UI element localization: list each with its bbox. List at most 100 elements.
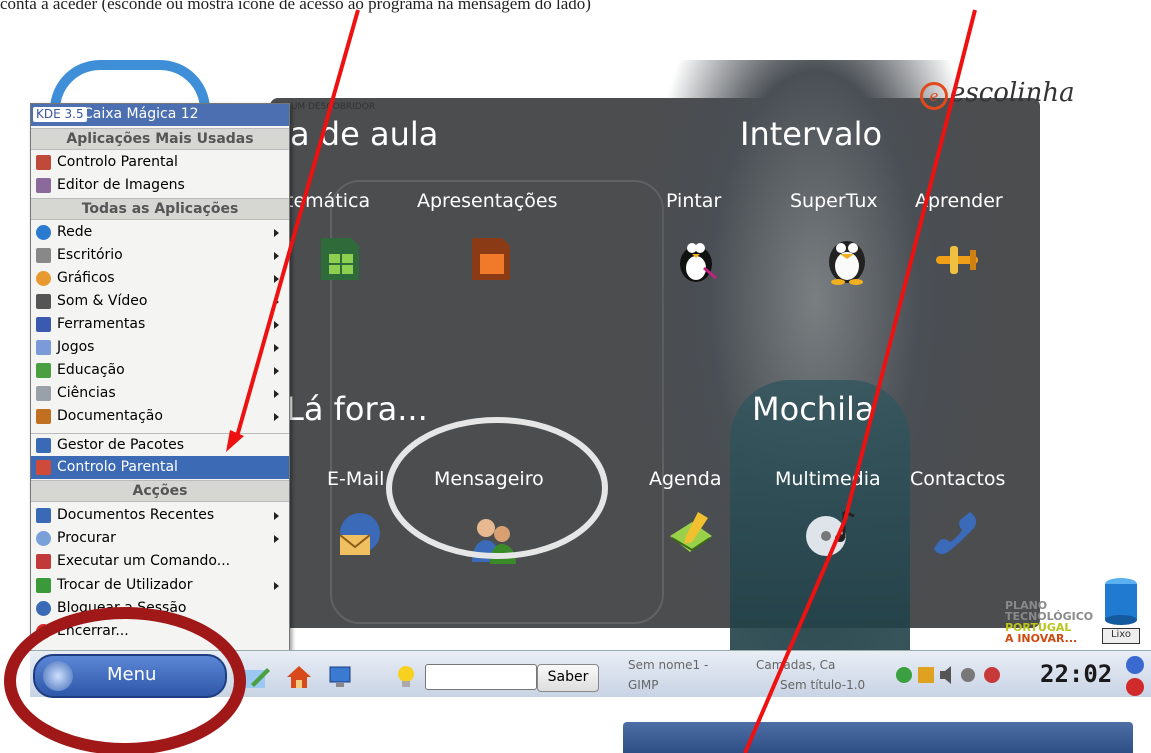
task-sem-titulo[interactable]: Sem título-1.0 [780,678,865,692]
kde-version-badge: KDE 3.5 [33,107,87,122]
thunderbird-icon[interactable] [330,507,384,561]
menu-item-rede[interactable]: Rede [31,221,289,244]
menu-item-label: Editor de Imagens [57,177,185,193]
lock-icon [36,601,51,616]
power-icon [36,624,51,639]
run-command-icon [36,554,51,569]
task-gimp[interactable]: GIMP [628,678,658,692]
search-input[interactable] [425,664,537,690]
menu-item-label: Documentação [57,408,163,424]
menu-item-label: Controlo Parental [57,154,178,170]
submenu-arrow-icon [274,321,279,329]
menu-item-label: Rede [57,224,93,240]
menu-item-documentos-recentes[interactable]: Documentos Recentes [31,504,289,527]
menu-item-controlo-parental-fav[interactable]: Controlo Parental [31,151,289,174]
book-icon [36,409,51,424]
submenu-arrow-icon [274,252,279,260]
agenda-book-icon[interactable] [664,508,718,562]
saber-button[interactable]: Saber [537,664,599,692]
presentation-icon[interactable] [464,232,518,286]
escolinha-wordmark: escolinha [950,78,1075,108]
menu-section-most-used: Aplicações Mais Usadas [31,128,289,150]
menu-item-jogos[interactable]: Jogos [31,336,289,359]
task-camadas[interactable]: Camadas, Ca [756,658,835,672]
education-icon [36,363,51,378]
trash-can-icon[interactable] [1102,576,1140,626]
section-mochila: Mochila [752,390,875,428]
app-contactos-label[interactable]: Contactos [910,468,1005,490]
switch-user-icon [36,578,51,593]
app-supertux-label[interactable]: SuperTux [790,190,878,212]
app-apresentacoes-label[interactable]: Apresentações [417,190,558,212]
pencil-draw-icon[interactable] [243,664,271,690]
lightbulb-icon[interactable] [392,664,420,690]
home-icon[interactable] [285,664,313,690]
messenger-users-icon[interactable] [466,512,520,566]
app-email-label[interactable]: E-Mail [327,468,384,490]
task-sem-nome[interactable]: Sem nome1 - [628,658,708,672]
window-titlebar-partial [623,722,1133,753]
system-tray [896,666,1000,684]
menu-item-label: Executar um Comando... [57,553,231,569]
supertux-icon[interactable] [820,232,874,286]
plano-tecnologico-logo: PLANO TECNOLÓGICO PORTUGAL A INOVAR... [1005,600,1105,644]
film-icon [36,294,51,309]
parental-control-icon [36,155,51,170]
menu-item-graficos[interactable]: Gráficos [31,267,289,290]
lock-logout-buttons[interactable] [1124,655,1146,697]
tux-paint-icon[interactable] [666,232,720,286]
submenu-arrow-icon [274,390,279,398]
section-intervalo: Intervalo [740,115,883,153]
menu-item-executar-comando[interactable]: Executar um Comando... [31,550,289,573]
computer-icon[interactable] [326,664,354,690]
menu-item-ferramentas[interactable]: Ferramentas [31,313,289,336]
menu-item-bloquear-sessao[interactable]: Bloquear a Sessão [31,597,289,620]
menu-item-trocar-utilizador[interactable]: Trocar de Utilizador [31,574,289,597]
caption-text: conta a aceder (esconde ou mostra ícone … [0,0,591,13]
app-matematica-label[interactable]: temática [286,190,370,212]
kde-menu-icon [43,661,73,691]
menu-item-escritorio[interactable]: Escritório [31,244,289,267]
menu-header: KDE 3.5 Caixa Mágica 12 [31,104,289,126]
menu-item-documentacao[interactable]: Documentação [31,405,289,428]
menu-item-educacao[interactable]: Educação [31,359,289,382]
menu-item-label: Escritório [57,247,123,263]
parental-control-icon [36,460,51,475]
airplane-icon[interactable] [930,232,984,286]
menu-section-actions: Acções [31,480,289,502]
escolinha-logo: e escolinha [920,78,1075,110]
trash-label[interactable]: Lixo [1102,628,1140,644]
gamepad-icon [36,340,51,355]
menu-item-procurar[interactable]: Procurar [31,527,289,550]
menu-item-som-video[interactable]: Som & Vídeo [31,290,289,313]
app-agenda-label[interactable]: Agenda [649,468,722,490]
phone-handset-icon[interactable] [930,506,984,560]
recent-documents-icon [36,508,51,523]
menu-item-label: Ferramentas [57,316,146,332]
start-menu: KDE 3.5 Caixa Mágica 12 Aplicações Mais … [30,103,290,653]
menu-button-label: Menu [107,664,157,685]
menu-item-label: Encerrar... [57,623,129,639]
menu-item-label: Educação [57,362,125,378]
menu-button[interactable]: Menu [33,654,227,698]
app-aprender-label[interactable]: Aprender [915,190,1003,212]
submenu-arrow-icon [274,229,279,237]
menu-item-ciencias[interactable]: Ciências [31,382,289,405]
section-la-fora: Lá fora... [286,390,428,428]
app-pintar-label[interactable]: Pintar [666,190,721,212]
menu-item-controlo-parental[interactable]: Controlo Parental [31,456,289,479]
submenu-arrow-icon [274,298,279,306]
spreadsheet-icon[interactable] [313,232,367,286]
menu-item-label: Bloquear a Sessão [57,600,187,616]
menu-item-editor-imagens[interactable]: Editor de Imagens [31,174,289,197]
menu-item-encerrar[interactable]: Encerrar... [31,620,289,643]
menu-section-all: Todas as Aplicações [31,198,289,220]
app-mensageiro-label[interactable]: Mensageiro [434,468,544,490]
menu-item-gestor-pacotes[interactable]: Gestor de Pacotes [31,433,289,456]
multimedia-cd-icon[interactable] [804,506,858,560]
submenu-arrow-icon [274,512,279,520]
clock: 22:02 [1040,660,1113,688]
menu-item-label: Gestor de Pacotes [57,437,185,453]
image-editor-icon [36,178,51,193]
app-multimedia-label[interactable]: Multimedia [775,468,881,490]
